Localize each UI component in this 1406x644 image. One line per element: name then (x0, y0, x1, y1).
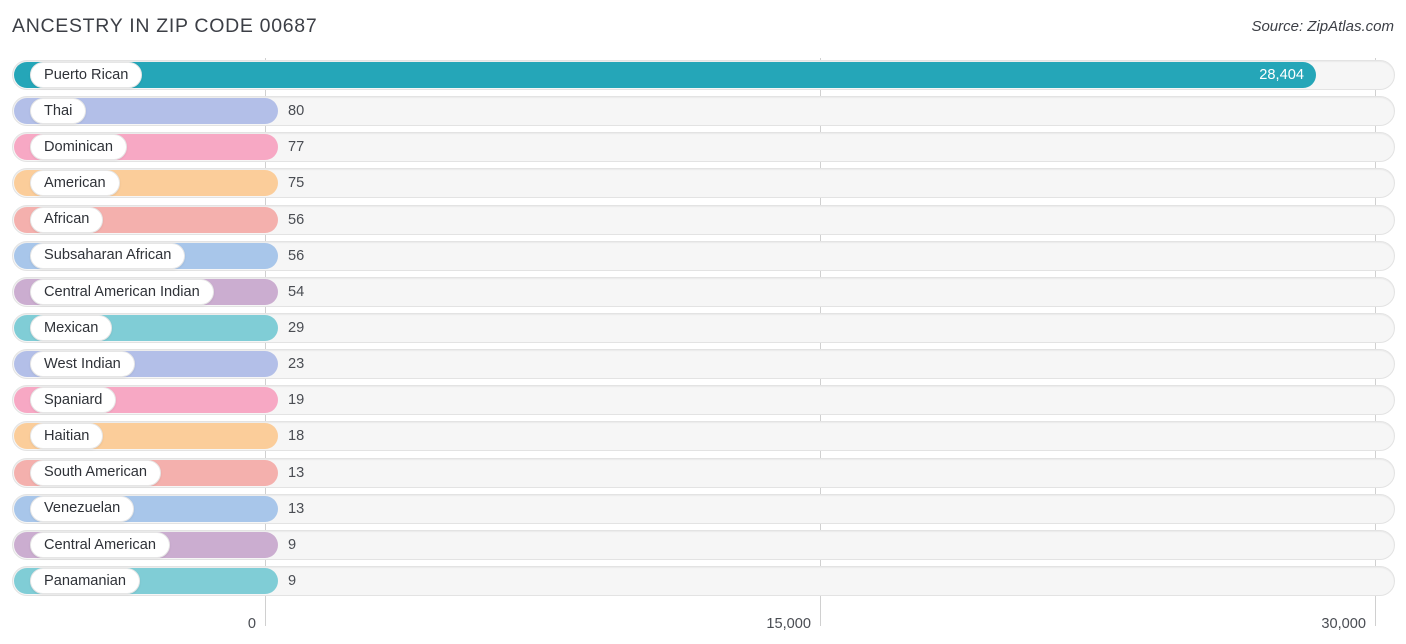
bar-category-pill[interactable]: Spaniard (30, 387, 117, 414)
bar-value-label: 9 (288, 572, 297, 589)
bar-row[interactable]: Spaniard 19 (0, 383, 1406, 419)
bar-value-label: 9 (288, 536, 297, 553)
bar-value-label: 29 (288, 319, 305, 336)
bar-category-label: Thai (44, 102, 73, 119)
bar-value-label: 28,404 (1259, 67, 1304, 83)
bar-row[interactable]: Thai 80 (0, 94, 1406, 130)
source-attribution: Source: ZipAtlas.com (1251, 18, 1394, 35)
bar-row[interactable]: Puerto Rican 28,404 (0, 58, 1406, 94)
bar-value-label: 18 (288, 428, 305, 445)
axis-tick-mark (820, 612, 821, 626)
bar-rows: Puerto Rican 28,404 Thai 80 Dominican 77 Ameri… (0, 58, 1406, 600)
ancestry-bar-chart: ANCESTRY IN ZIP CODE 00687 Source: ZipAt… (0, 0, 1406, 644)
bar-category-pill[interactable]: Puerto Rican (30, 62, 143, 88)
bar-category-pill[interactable]: Central American (30, 531, 170, 558)
bar-category-label: West Indian (44, 355, 121, 372)
bar-row[interactable]: Subsaharan African 56 (0, 239, 1406, 275)
x-axis: 0 15,000 30,000 (0, 612, 1406, 644)
bar-category-label: Dominican (44, 138, 113, 155)
plot-area: Puerto Rican 28,404 Thai 80 Dominican 77 Ameri… (0, 58, 1406, 620)
bar-category-pill[interactable]: Central American Indian (30, 278, 214, 305)
bar-value-label: 13 (288, 500, 305, 517)
bar-value-label: 77 (288, 139, 305, 156)
bar-category-pill[interactable]: West Indian (30, 351, 135, 378)
axis-tick-label: 15,000 (766, 616, 811, 632)
bar-category-pill[interactable]: Haitian (30, 423, 104, 450)
bar-category-pill[interactable]: Dominican (30, 134, 127, 161)
bar-value-label: 56 (288, 211, 305, 228)
bar-value-label: 19 (288, 392, 305, 409)
page-title: ANCESTRY IN ZIP CODE 00687 (12, 15, 318, 37)
bar-category-label: Central American (44, 536, 156, 553)
bar-value-label: 23 (288, 356, 305, 373)
bar-category-label: Puerto Rican (44, 66, 129, 83)
bar-value-label: 75 (288, 175, 305, 192)
bar-value-label: 54 (288, 283, 305, 300)
bar-value-label: 80 (288, 103, 305, 120)
bar-row[interactable]: Mexican 29 (0, 311, 1406, 347)
bar-category-pill[interactable]: Mexican (30, 314, 113, 341)
bar-category-label: Central American Indian (44, 283, 200, 300)
bar-category-label: African (44, 211, 90, 228)
bar-category-label: Venezuelan (44, 500, 121, 517)
bar-category-label: Panamanian (44, 572, 126, 589)
bar-row[interactable]: Panamanian 9 (0, 564, 1406, 600)
bar-category-pill[interactable]: Venezuelan (30, 495, 135, 522)
bar-category-pill[interactable]: Thai (30, 98, 87, 125)
bar-category-pill[interactable]: South American (30, 459, 162, 486)
bar-row[interactable]: African 56 (0, 203, 1406, 239)
bar-category-pill[interactable]: Subsaharan African (30, 242, 186, 269)
bar-category-label: American (44, 175, 106, 192)
bar-row[interactable]: South American 13 (0, 456, 1406, 492)
bar-category-label: South American (44, 464, 148, 481)
axis-tick-label: 30,000 (1321, 616, 1366, 632)
bar-category-label: Haitian (44, 428, 90, 445)
bar-row[interactable]: Central American 9 (0, 528, 1406, 564)
bar-row[interactable]: American 75 (0, 166, 1406, 202)
axis-tick-mark (1375, 612, 1376, 626)
bar-category-label: Subsaharan African (44, 247, 172, 264)
bar-category-pill[interactable]: African (30, 206, 104, 233)
bar-row[interactable]: Haitian 18 (0, 419, 1406, 455)
axis-tick-mark (265, 612, 266, 626)
bar-category-pill[interactable]: Panamanian (30, 567, 140, 594)
bar-row[interactable]: Venezuelan 13 (0, 492, 1406, 528)
bar-row[interactable]: Central American Indian 54 (0, 275, 1406, 311)
axis-tick-label: 0 (247, 616, 256, 632)
bar-category-label: Mexican (44, 319, 99, 336)
bar-row[interactable]: Dominican 77 (0, 130, 1406, 166)
bar-category-pill[interactable]: American (30, 170, 120, 197)
bar-value-label: 13 (288, 464, 305, 481)
bar-fill (14, 62, 1316, 88)
bar-value-label: 56 (288, 247, 305, 264)
bar-category-label: Spaniard (44, 391, 103, 408)
bar-row[interactable]: West Indian 23 (0, 347, 1406, 383)
